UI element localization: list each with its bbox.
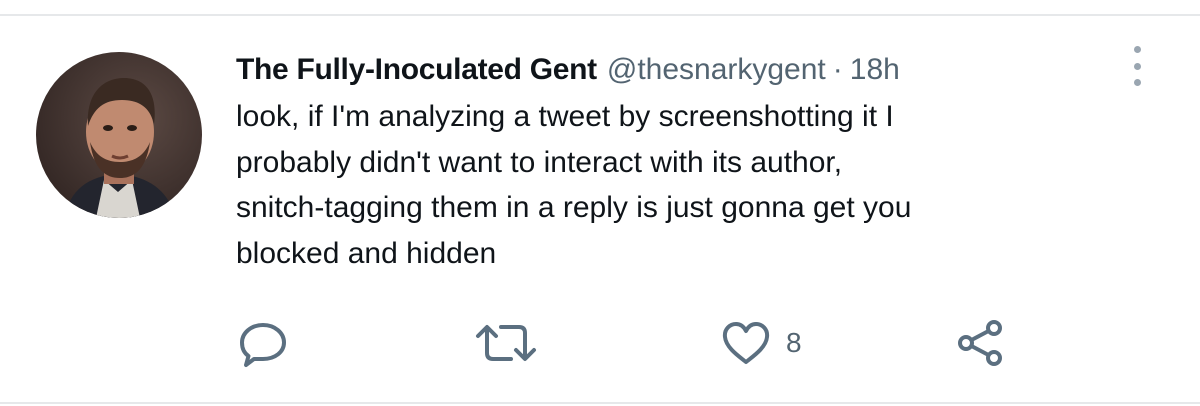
more-dot-icon [1133, 62, 1141, 70]
like-count: 8 [786, 327, 802, 358]
timestamp[interactable]: 18h [850, 50, 900, 90]
reply-icon [240, 323, 286, 367]
share-icon [958, 320, 1002, 366]
more-dot-icon [1133, 79, 1141, 86]
tweet-text-line: look, if I'm analyzing a tweet by screen… [236, 100, 894, 133]
avatar-image [36, 52, 202, 218]
share-button[interactable] [954, 318, 1006, 368]
more-options-button[interactable] [1124, 44, 1150, 88]
header-separator: · [832, 53, 843, 86]
top-divider [0, 14, 1200, 16]
display-name[interactable]: The Fully-Inoculated Gent [236, 50, 597, 90]
tweet-text-line: probably didn't want to interact with it… [236, 145, 843, 179]
reply-button[interactable] [238, 318, 290, 368]
tweet-text: look, if I'm analyzing a tweet by screen… [236, 94, 1116, 276]
more-dot-icon [1133, 46, 1141, 53]
tweet-text-line: blocked and hidden [236, 236, 497, 270]
avatar[interactable] [36, 52, 202, 218]
tweet-text-line: snitch-tagging them in a reply is just g… [236, 191, 912, 224]
heart-icon [722, 322, 770, 364]
retweet-icon [476, 325, 536, 361]
bottom-divider [0, 402, 1200, 404]
retweet-button[interactable] [474, 318, 538, 368]
user-handle[interactable]: @thesnarkygent [607, 50, 826, 90]
like-button[interactable]: 8 [720, 318, 802, 368]
tweet-header: The Fully-Inoculated Gent @thesnarkygent… [236, 50, 900, 90]
